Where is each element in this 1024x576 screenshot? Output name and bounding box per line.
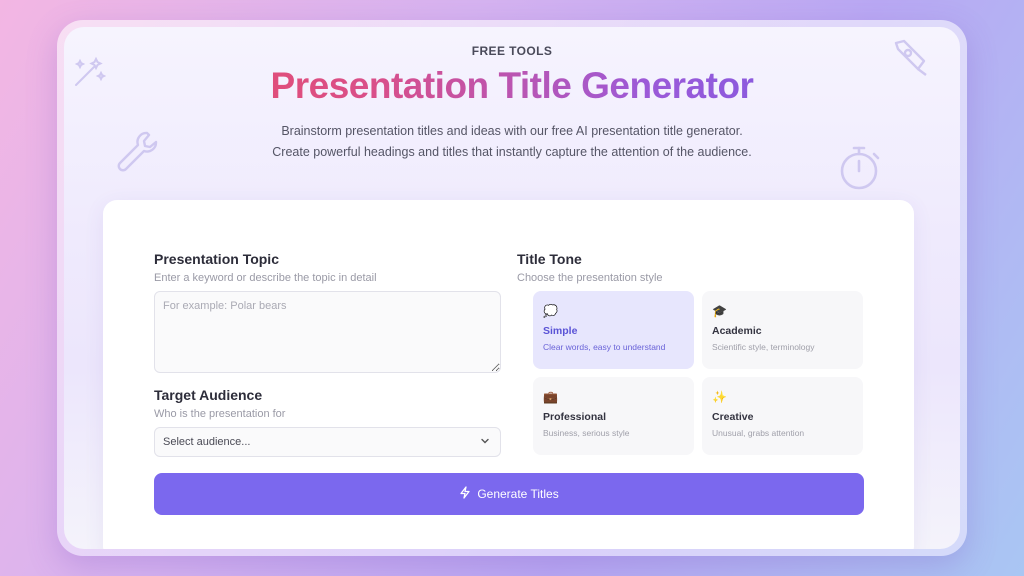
- subtitle-line-1: Brainstorm presentation titles and ideas…: [281, 124, 743, 138]
- generate-titles-label: Generate Titles: [477, 487, 559, 501]
- graduation-cap-icon: 🎓: [712, 304, 727, 318]
- briefcase-icon: 💼: [543, 390, 558, 404]
- tone-option-desc: Scientific style, terminology: [712, 342, 815, 352]
- tone-option-desc: Clear words, easy to understand: [543, 342, 666, 352]
- thought-bubble-icon: 💭: [543, 304, 558, 318]
- tone-option-desc: Unusual, grabs attention: [712, 428, 805, 438]
- generator-card: Presentation Topic Enter a keyword or de…: [103, 200, 914, 549]
- tone-option-academic[interactable]: 🎓 Academic Scientific style, terminology: [702, 291, 863, 369]
- tone-option-simple[interactable]: 💭 Simple Clear words, easy to understand: [533, 291, 694, 369]
- audience-label: Target Audience: [154, 387, 263, 403]
- generate-titles-button[interactable]: Generate Titles: [154, 473, 864, 515]
- chevron-down-icon: [480, 436, 490, 449]
- tone-hint: Choose the presentation style: [517, 272, 663, 284]
- topic-label: Presentation Topic: [154, 251, 279, 267]
- tone-option-professional[interactable]: 💼 Professional Business, serious style: [533, 377, 694, 455]
- page-subtitle: Brainstorm presentation titles and ideas…: [64, 121, 960, 163]
- app-screen: FREE TOOLS Presentation Title Generator …: [64, 27, 960, 549]
- tone-option-name: Creative: [712, 411, 754, 423]
- page-title: Presentation Title Generator: [64, 65, 960, 107]
- sparkles-icon: ✨: [712, 390, 727, 404]
- tone-option-name: Simple: [543, 325, 578, 337]
- tone-option-creative[interactable]: ✨ Creative Unusual, grabs attention: [702, 377, 863, 455]
- audience-hint: Who is the presentation for: [154, 408, 286, 420]
- subtitle-line-2: Create powerful headings and titles that…: [272, 145, 752, 159]
- tone-option-name: Academic: [712, 325, 762, 337]
- device-frame: FREE TOOLS Presentation Title Generator …: [57, 20, 967, 556]
- tone-label: Title Tone: [517, 251, 582, 267]
- tone-option-name: Professional: [543, 411, 607, 423]
- eyebrow-label: FREE TOOLS: [471, 44, 553, 58]
- lightning-icon: [459, 486, 471, 502]
- topic-hint: Enter a keyword or describe the topic in…: [154, 272, 377, 284]
- topic-input[interactable]: [154, 291, 501, 373]
- audience-selected-value: Select audience...: [163, 436, 251, 448]
- tone-option-desc: Business, serious style: [543, 428, 630, 438]
- audience-select[interactable]: Select audience...: [154, 427, 501, 457]
